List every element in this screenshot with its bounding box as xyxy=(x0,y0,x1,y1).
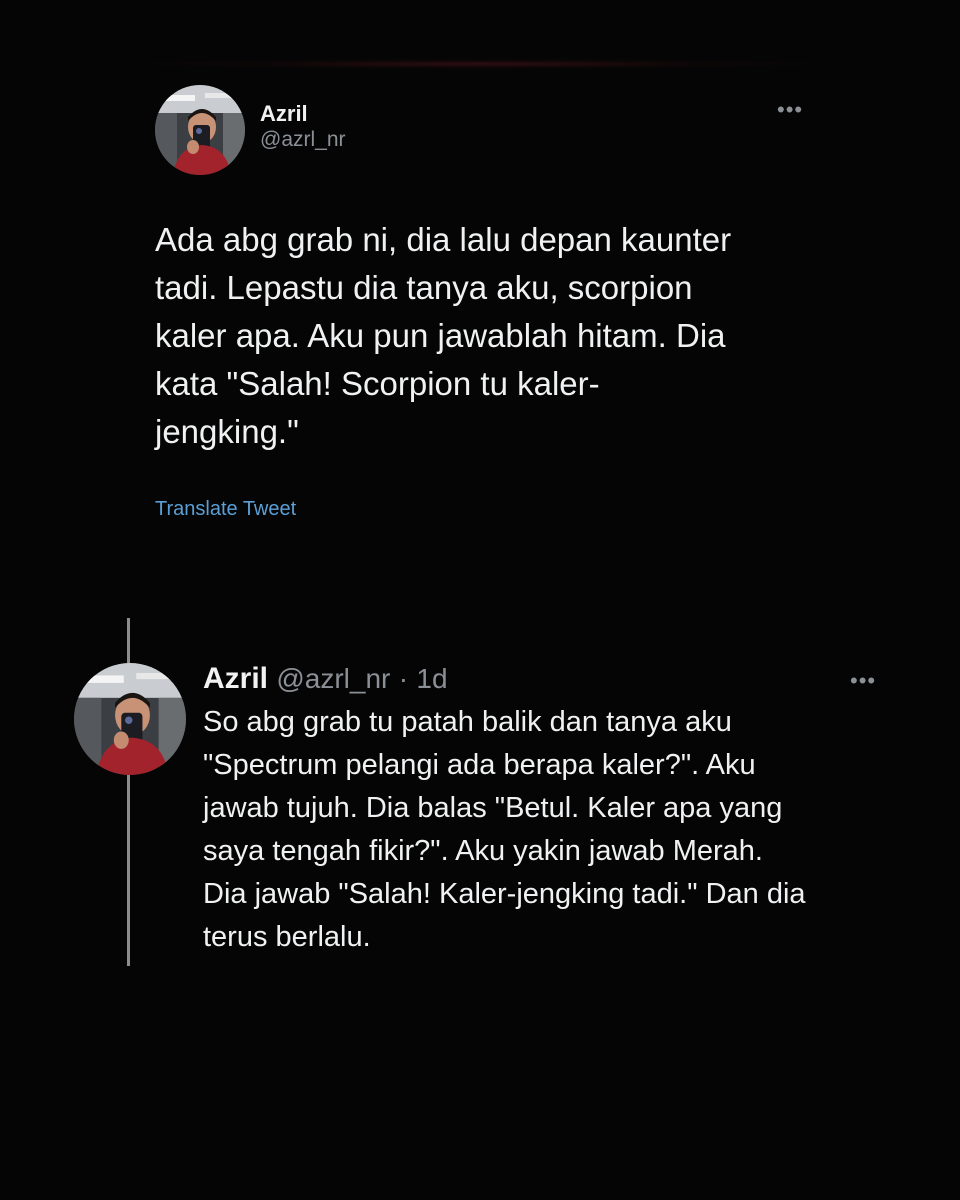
tweet-text: Ada abg grab ni, dia lalu depan kaunter … xyxy=(155,221,732,450)
avatar-photo-icon xyxy=(74,663,186,775)
screenshot-frame: Azril @azrl_nr ••• Ada abg grab ni, dia … xyxy=(0,0,960,1200)
avatar-photo-icon xyxy=(155,85,245,175)
separator-dot: · xyxy=(398,663,409,694)
display-name[interactable]: Azril xyxy=(260,101,346,127)
reply-tweet-text: So abg grab tu patah balik dan tanya aku… xyxy=(203,706,806,953)
reply-avatar[interactable] xyxy=(74,663,186,775)
reply-header: Azril @azrl_nr · 1d xyxy=(203,660,448,698)
reply-timestamp[interactable]: 1d xyxy=(416,663,447,694)
translate-tweet-link[interactable]: Translate Tweet xyxy=(155,498,296,521)
reply-more-options-icon[interactable]: ••• xyxy=(850,670,876,692)
author-block: Azril @azrl_nr xyxy=(260,101,346,153)
reply-handle[interactable]: @azrl_nr xyxy=(276,663,390,694)
more-options-icon[interactable]: ••• xyxy=(777,99,803,121)
top-edge-glow xyxy=(120,58,840,70)
reply-display-name[interactable]: Azril xyxy=(203,662,268,695)
handle[interactable]: @azrl_nr xyxy=(260,127,346,153)
avatar[interactable] xyxy=(155,85,245,175)
